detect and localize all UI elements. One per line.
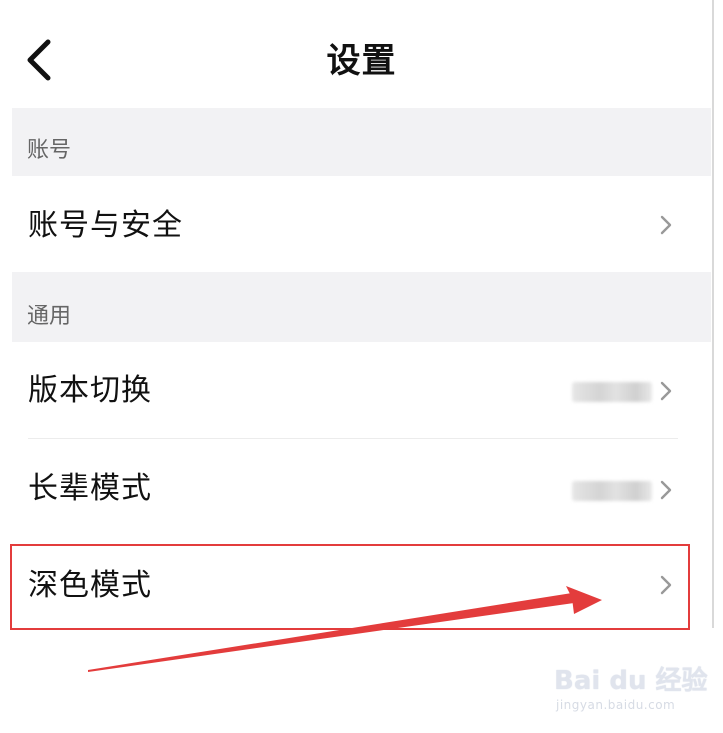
settings-item-elder-mode[interactable]: 长辈模式	[12, 439, 711, 541]
settings-item-label: 账号与安全	[28, 208, 183, 243]
page-title: 设置	[326, 41, 397, 81]
settings-item-label: 版本切换	[28, 373, 152, 408]
screenshot-edge	[712, 0, 714, 628]
section-header-general: 通用	[12, 272, 711, 342]
section-header-account: 账号	[12, 108, 711, 176]
chevron-right-icon	[660, 480, 672, 500]
blurred-value	[572, 382, 652, 402]
settings-item-label: 深色模式	[28, 568, 152, 603]
top-navigation-bar: 设置	[0, 0, 723, 108]
settings-item-version-switch[interactable]: 版本切换	[12, 342, 711, 438]
watermark-url: jingyan.baidu.com	[556, 698, 676, 712]
chevron-right-icon	[660, 381, 672, 401]
settings-item-label: 长辈模式	[28, 471, 152, 506]
baidu-jingyan-watermark: Bai du 经验 jingyan.baidu.com	[540, 660, 710, 720]
section-title: 账号	[27, 138, 72, 163]
blurred-value	[572, 481, 652, 501]
chevron-right-icon	[660, 575, 672, 595]
settings-item-account-security[interactable]: 账号与安全	[12, 176, 711, 272]
chevron-right-icon	[660, 215, 672, 235]
watermark-logo-text: Bai du 经验	[554, 666, 708, 696]
section-title: 通用	[27, 304, 72, 329]
settings-item-dark-mode[interactable]: 深色模式	[12, 546, 711, 628]
